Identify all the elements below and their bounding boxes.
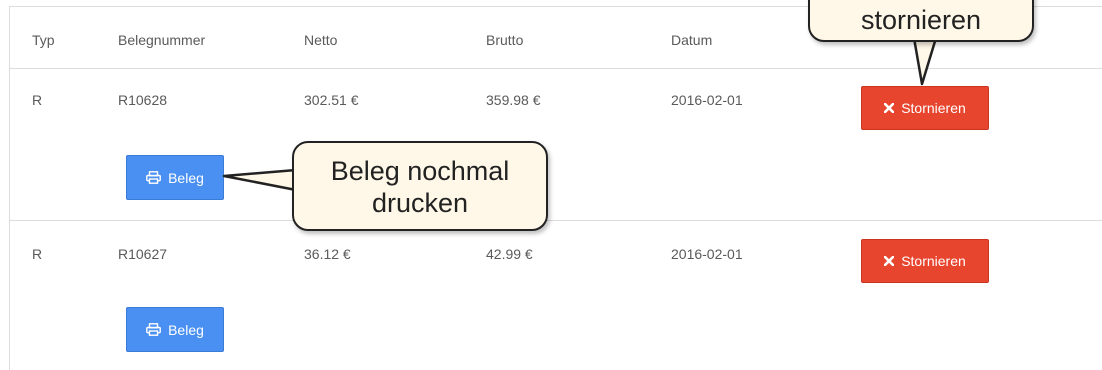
callout-beleg-tail [222,168,298,192]
callout-beleg-line1: Beleg nochmal [330,156,510,186]
callout-beleg-line2: drucken [371,188,469,218]
callout-beleg: Beleg nochmal drucken [292,141,548,231]
